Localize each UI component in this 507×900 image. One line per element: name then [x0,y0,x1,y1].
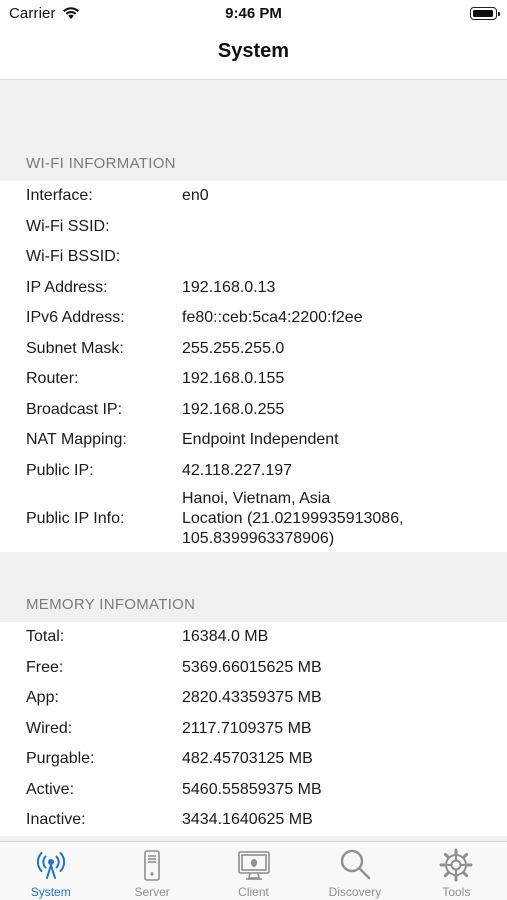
tab-label: System [30,885,71,899]
row-value: 255.255.255.0 [182,339,285,357]
row-value: 192.168.0.13 [182,278,276,296]
memory-free-row: Free: 5369.66015625 MB [0,653,507,684]
broadcast-ip-row: Broadcast IP: 192.168.0.255 [0,395,507,426]
row-value: 42.118.227.197 [182,461,293,479]
row-label: Router: [26,370,79,388]
row-value: 2820.43359375 MB [182,689,322,707]
wifi-info-group: Interface: en0 Wi-Fi SSID: Wi-Fi BSSID: … [0,181,507,552]
wifi-section-header: WI-FI INFORMATION [0,80,507,181]
row-value: 482.45703125 MB [182,750,313,768]
tab-bar: System Server Client Discovery Tools [0,841,507,900]
memory-inactive-row: Inactive: 3434.1640625 MB [0,805,507,836]
row-value: 192.168.0.255 [182,400,285,418]
memory-purgable-row: Purgable: 482.45703125 MB [0,744,507,775]
magnifier-icon [340,849,371,880]
tab-label: Client [238,885,269,899]
row-value: 2117.7109375 MB [182,719,312,737]
row-label: NAT Mapping: [26,431,127,449]
public-ip-info-row: Public IP Info: Hanoi, Vietnam, Asia Loc… [0,486,507,552]
row-label: Public IP Info: [26,510,125,527]
row-label: Public IP: [26,461,94,479]
navigation-bar: System [0,30,507,80]
row-label: Broadcast IP: [26,400,123,418]
subnet-mask-row: Subnet Mask: 255.255.255.0 [0,334,507,365]
public-ip-row: Public IP: 42.118.227.197 [0,456,507,487]
public-ip-info-line: 105.8399963378906) [182,530,335,547]
memory-section-header: MEMORY INFOMATION [0,552,507,622]
memory-active-row: Active: 5460.55859375 MB [0,775,507,806]
tab-label: Server [134,885,170,899]
memory-info-group: Total: 16384.0 MB Free: 5369.66015625 MB… [0,622,507,836]
tab-system[interactable]: System [0,842,101,900]
system-info-list[interactable]: WI-FI INFORMATION Interface: en0 Wi-Fi S… [0,80,507,841]
memory-wired-row: Wired: 2117.7109375 MB [0,714,507,745]
tab-discovery[interactable]: Discovery [304,842,405,900]
row-label: Total: [26,628,65,646]
memory-app-row: App: 2820.43359375 MB [0,683,507,714]
antenna-icon [36,852,65,879]
row-label: Wired: [26,719,73,737]
ip-address-row: IP Address: 192.168.0.13 [0,273,507,304]
row-value: 16384.0 MB [182,628,269,646]
row-value: 3434.1640625 MB [182,811,313,829]
tab-tools[interactable]: Tools [406,842,507,900]
interface-row: Interface: en0 [0,181,507,212]
row-value: Hanoi, Vietnam, Asia Location (21.021999… [182,489,507,549]
page-title: System [217,40,290,62]
row-label: Active: [26,780,75,798]
row-label: App: [26,689,59,707]
row-label: Purgable: [26,750,95,768]
status-bar: Carrier 9:46 PM [0,0,507,30]
nat-mapping-row: NAT Mapping: Endpoint Independent [0,425,507,456]
desktop-icon [237,851,270,880]
status-time: 9:46 PM [225,5,282,22]
wifi-section-title: WI-FI INFORMATION [26,155,176,172]
public-ip-info-line: Location (21.02199935913086, [182,510,404,527]
battery-icon [470,7,500,20]
memory-total-row: Total: 16384.0 MB [0,622,507,653]
gear-icon [439,848,473,882]
tab-label: Discovery [328,885,382,899]
wifi-ssid-row: Wi-Fi SSID: [0,212,507,243]
tab-label: Tools [442,885,471,899]
row-label: Free: [26,658,64,676]
row-value: fe80::ceb:5ca4:2200:f2ee [182,309,363,327]
memory-section-title: MEMORY INFOMATION [26,596,196,613]
tab-server[interactable]: Server [101,842,202,900]
row-label: IPv6 Address: [26,309,125,327]
row-value: 192.168.0.155 [182,370,285,388]
router-row: Router: 192.168.0.155 [0,364,507,395]
ipv6-address-row: IPv6 Address: fe80::ceb:5ca4:2200:f2ee [0,303,507,334]
tab-client[interactable]: Client [203,842,304,900]
row-value: Endpoint Independent [182,431,339,449]
public-ip-info-line: Hanoi, Vietnam, Asia [182,490,331,507]
row-label: Wi-Fi BSSID: [26,248,121,266]
wifi-bssid-row: Wi-Fi BSSID: [0,242,507,273]
server-tower-icon [144,850,160,881]
row-value: 5460.55859375 MB [182,780,322,798]
row-label: Inactive: [26,811,86,829]
row-label: IP Address: [26,278,108,296]
row-label: Wi-Fi SSID: [26,217,110,235]
row-label: Subnet Mask: [26,339,124,357]
row-label: Interface: [26,187,93,205]
row-value: en0 [182,187,209,205]
row-value: 5369.66015625 MB [182,658,322,676]
